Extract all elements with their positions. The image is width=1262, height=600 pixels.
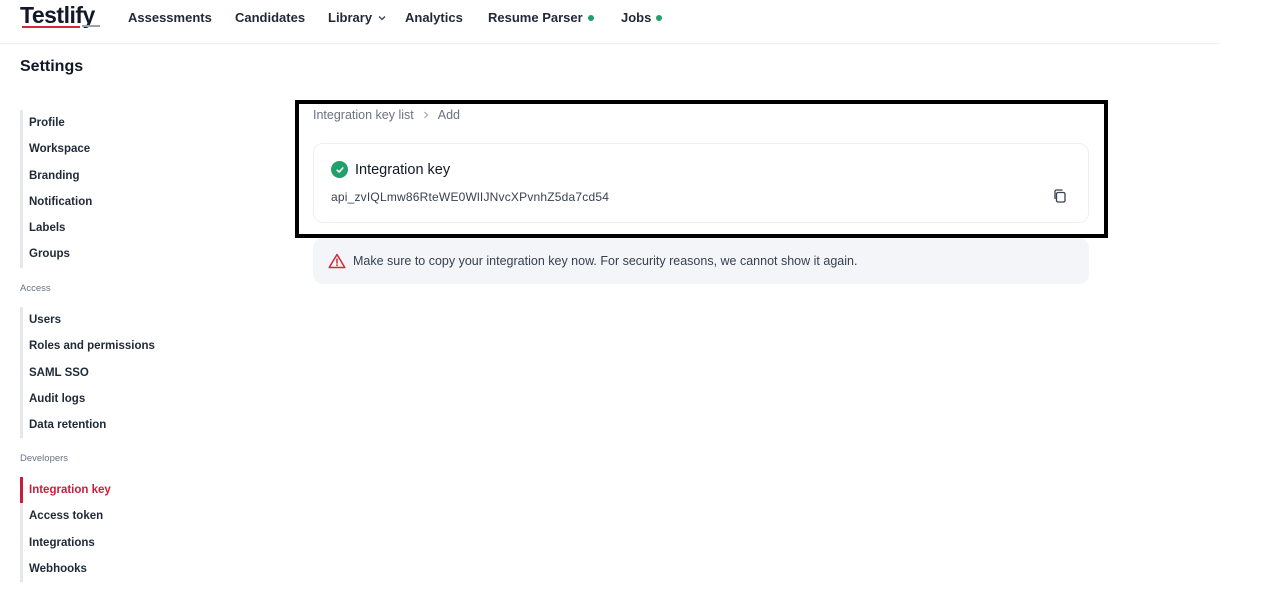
sidebar-item-integration-key[interactable]: Integration key xyxy=(20,477,111,504)
new-indicator-dot xyxy=(656,15,663,21)
sidebar-heading-developers: Developers xyxy=(20,453,69,464)
new-indicator-dot xyxy=(587,15,594,21)
breadcrumb-parent-link[interactable]: Integration key list xyxy=(313,108,414,122)
sidebar-developers-group: Integration key Access token Integration… xyxy=(20,477,111,583)
sidebar-item-data-retention[interactable]: Data retention xyxy=(23,412,155,438)
logo-underline xyxy=(22,26,80,28)
integration-key-header: Integration key xyxy=(331,161,450,178)
nav-library[interactable]: Library xyxy=(328,10,387,25)
nav-library-label: Library xyxy=(328,10,373,25)
nav-analytics-label: Analytics xyxy=(405,10,463,25)
sidebar-item-groups[interactable]: Groups xyxy=(23,241,92,267)
sidebar-item-access-token[interactable]: Access token xyxy=(23,503,111,529)
security-warning-banner: Make sure to copy your integration key n… xyxy=(313,238,1089,284)
integration-key-card: Integration key api_zvIQLmw86RteWE0WlIJN… xyxy=(313,143,1089,223)
sidebar-item-integrations[interactable]: Integrations xyxy=(23,530,111,556)
sidebar-heading-access: Access xyxy=(20,283,51,294)
sidebar-item-profile[interactable]: Profile xyxy=(23,110,92,136)
sidebar-item-workspace[interactable]: Workspace xyxy=(23,136,92,162)
chevron-down-icon xyxy=(378,15,386,20)
breadcrumb: Integration key list Add xyxy=(313,108,460,122)
nav-candidates[interactable]: Candidates xyxy=(235,10,305,25)
integration-key-value[interactable]: api_zvIQLmw86RteWE0WlIJNvcXPvnhZ5da7cd54 xyxy=(331,190,609,204)
top-navigation: Testlify Assessments Candidates Library … xyxy=(0,0,1220,44)
nav-candidates-label: Candidates xyxy=(235,10,306,25)
sidebar-item-saml-sso[interactable]: SAML SSO xyxy=(23,360,155,386)
nav-assessments[interactable]: Assessments xyxy=(128,10,212,25)
nav-jobs-label: Jobs xyxy=(621,10,652,25)
sidebar-item-labels[interactable]: Labels xyxy=(23,215,92,241)
warning-triangle-icon xyxy=(328,253,346,269)
sidebar-item-webhooks[interactable]: Webhooks xyxy=(23,556,111,582)
nav-resume-parser-label: Resume Parser xyxy=(488,10,583,25)
sidebar-general-group: Profile Workspace Branding Notification … xyxy=(20,110,92,268)
nav-jobs[interactable]: Jobs xyxy=(621,10,663,25)
sidebar-item-users[interactable]: Users xyxy=(23,307,155,333)
nav-resume-parser[interactable]: Resume Parser xyxy=(488,10,594,25)
logo-mark xyxy=(82,25,100,27)
sidebar-item-audit-logs[interactable]: Audit logs xyxy=(23,386,155,412)
nav-assessments-label: Assessments xyxy=(128,10,212,25)
breadcrumb-current: Add xyxy=(437,108,460,122)
sidebar-item-notification[interactable]: Notification xyxy=(23,189,92,215)
sidebar-access-group: Users Roles and permissions SAML SSO Aud… xyxy=(20,307,155,439)
sidebar-item-roles-permissions[interactable]: Roles and permissions xyxy=(23,333,155,359)
security-warning-text: Make sure to copy your integration key n… xyxy=(353,254,858,268)
check-circle-icon xyxy=(331,161,348,178)
page-title: Settings xyxy=(20,58,84,75)
copy-icon[interactable] xyxy=(1052,188,1068,204)
sidebar-item-branding[interactable]: Branding xyxy=(23,163,92,189)
nav-analytics[interactable]: Analytics xyxy=(405,10,463,25)
integration-key-title: Integration key xyxy=(355,161,451,178)
chevron-right-icon xyxy=(423,111,429,119)
